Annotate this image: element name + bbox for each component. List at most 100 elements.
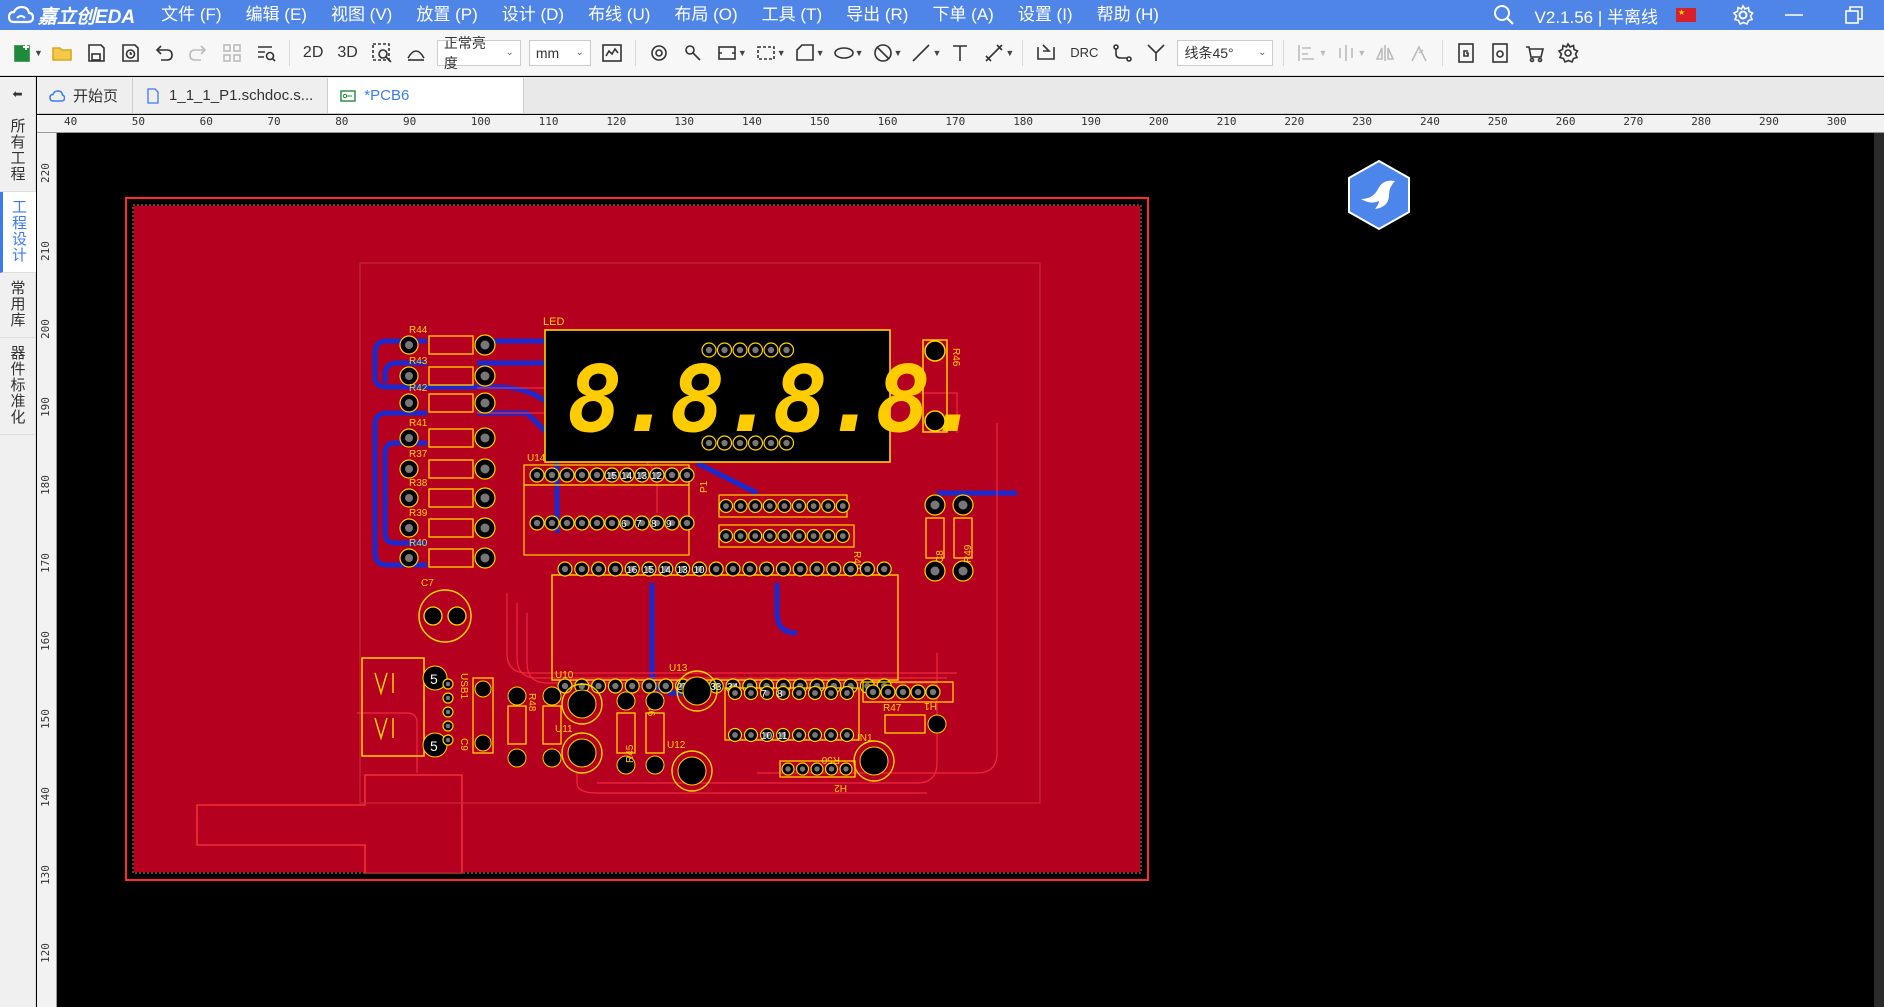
chevron-down-icon[interactable]: ▼: [894, 48, 903, 58]
save-icon[interactable]: [79, 36, 113, 70]
pad-hole: [404, 493, 414, 503]
u10-body: [567, 689, 597, 719]
toolbar-divider: [288, 39, 290, 66]
text-icon[interactable]: [943, 36, 977, 70]
unit-select[interactable]: mm ⌄: [528, 39, 591, 66]
nav-label-char: 设: [11, 231, 27, 248]
pcb-board-canvas[interactable]: LED 8.8.8.8. R44R43R42R41R37R38R39R40 R4…: [57, 133, 1874, 1007]
redo-icon[interactable]: [181, 36, 215, 70]
r50-pad: [927, 714, 947, 734]
resistor-label: R40: [409, 538, 428, 549]
ruler-tick-label: 250: [1487, 115, 1508, 128]
chevron-down-icon[interactable]: ▼: [1357, 48, 1366, 58]
tab-pcb6[interactable]: *PCB6: [328, 78, 525, 113]
chevron-down-icon: ⌄: [505, 47, 514, 58]
nav-label-char: 件: [10, 361, 26, 378]
chevron-down-icon[interactable]: ▼: [855, 48, 864, 58]
nav-all-projects[interactable]: 所有工程: [0, 111, 36, 192]
c8-label: R46: [950, 348, 961, 367]
differential-pair-icon[interactable]: [1139, 36, 1173, 70]
chevron-down-icon[interactable]: ▼: [1005, 48, 1014, 58]
chevron-down-icon[interactable]: ▼: [34, 48, 43, 58]
restore-button[interactable]: [1824, 0, 1884, 30]
pad-hole: [533, 471, 541, 479]
ruler-tick-label: 170: [945, 115, 966, 128]
menu-route[interactable]: 布线 (U): [576, 0, 662, 30]
bird-badge-icon[interactable]: [1345, 159, 1413, 231]
pad-hole: [404, 433, 414, 443]
pad-hole: [766, 533, 773, 539]
nav-common-library[interactable]: 常用库: [0, 273, 36, 338]
tab-label: 开始页: [73, 88, 119, 105]
brightness-select[interactable]: 正常亮度 ⌄: [436, 35, 521, 71]
via-icon[interactable]: [642, 36, 676, 70]
menu-file[interactable]: 文件 (F): [149, 0, 233, 30]
chevron-down-icon[interactable]: ▼: [932, 48, 941, 58]
gerber-icon[interactable]: [1449, 36, 1483, 70]
chevron-down-icon[interactable]: ▼: [777, 48, 786, 58]
h1-pin-row: [865, 684, 941, 700]
menu-settings[interactable]: 设置 (I): [1006, 0, 1085, 30]
open-folder-icon[interactable]: [45, 36, 79, 70]
pad-hole: [445, 737, 451, 743]
p1-pin-row: [718, 498, 850, 514]
flip-horizontal-icon[interactable]: [1368, 36, 1402, 70]
pcb-canvas-area[interactable]: 40 50 60 70 80 90 100 110 120 130 140 150 160 170 180 1…: [37, 115, 1884, 1007]
chevron-down-icon[interactable]: ▼: [1318, 48, 1327, 58]
gear-icon[interactable]: [1730, 2, 1756, 28]
undo-icon[interactable]: [147, 36, 181, 70]
grid-snap-icon[interactable]: [215, 36, 249, 70]
menu-export[interactable]: 导出 (R): [834, 0, 920, 30]
pad-hole: [404, 553, 414, 563]
pad-hole: [593, 471, 601, 479]
menu-help[interactable]: 帮助 (H): [1085, 0, 1171, 30]
layer-display-icon[interactable]: [399, 36, 433, 70]
settings-icon[interactable]: [1551, 36, 1585, 70]
ruler-tick-label: 100: [470, 115, 491, 128]
menu-design[interactable]: 设计 (D): [490, 0, 576, 30]
u13-body: [682, 676, 712, 706]
save-history-icon[interactable]: [113, 36, 147, 70]
import-change-icon[interactable]: [1029, 36, 1063, 70]
ruler-tick-label: 50: [131, 115, 146, 128]
pad-hole: [593, 519, 601, 527]
menu-place[interactable]: 放置 (P): [404, 0, 489, 30]
tab-schematic[interactable]: 1_1_1_P1.schdoc.s...: [133, 78, 329, 113]
smt-order-icon[interactable]: [1517, 36, 1551, 70]
menu-layout[interactable]: 布局 (O): [662, 0, 749, 30]
route-mode-select[interactable]: 线条45° ⌄: [1177, 39, 1274, 66]
pad-icon[interactable]: [676, 36, 710, 70]
find-icon[interactable]: [249, 36, 283, 70]
search-icon[interactable]: [1491, 2, 1517, 28]
h2-label: H2: [834, 782, 847, 793]
nav-project-design[interactable]: 工程设计: [0, 192, 36, 273]
vertical-scrollbar[interactable]: [1874, 133, 1884, 1007]
pad-hole: [578, 471, 586, 479]
chevron-down-icon[interactable]: ▼: [738, 48, 747, 58]
drc-button[interactable]: DRC: [1063, 36, 1105, 70]
menu-tools[interactable]: 工具 (T): [750, 0, 834, 30]
pad-hole: [683, 519, 691, 527]
view-2d-button[interactable]: 2D: [296, 36, 330, 70]
menu-edit[interactable]: 编辑 (E): [234, 0, 319, 30]
ruler-icon[interactable]: [595, 36, 629, 70]
pad-hole: [812, 732, 818, 738]
route-track-icon[interactable]: [1105, 36, 1139, 70]
pad-hole: [445, 681, 451, 687]
pin-number: 9: [666, 519, 672, 530]
bom-icon[interactable]: [1483, 36, 1517, 70]
zoom-area-icon[interactable]: [365, 36, 399, 70]
language-flag-icon[interactable]: [1676, 8, 1696, 22]
pad-hole: [746, 565, 753, 573]
menu-view[interactable]: 视图 (V): [319, 0, 404, 30]
nav-part-standardization[interactable]: 器件标准化: [0, 338, 36, 435]
minimize-button[interactable]: [1764, 0, 1824, 30]
tab-start-page[interactable]: 开始页: [37, 78, 134, 113]
collapse-panel-icon[interactable]: ⬅: [0, 77, 35, 111]
ruler-tick-label: 120: [39, 943, 52, 963]
view-3d-button[interactable]: 3D: [330, 36, 364, 70]
menu-order[interactable]: 下单 (A): [920, 0, 1005, 30]
chevron-down-icon[interactable]: ▼: [816, 48, 825, 58]
flip-vertical-icon[interactable]: [1402, 36, 1436, 70]
p1-label: P1: [699, 480, 710, 493]
